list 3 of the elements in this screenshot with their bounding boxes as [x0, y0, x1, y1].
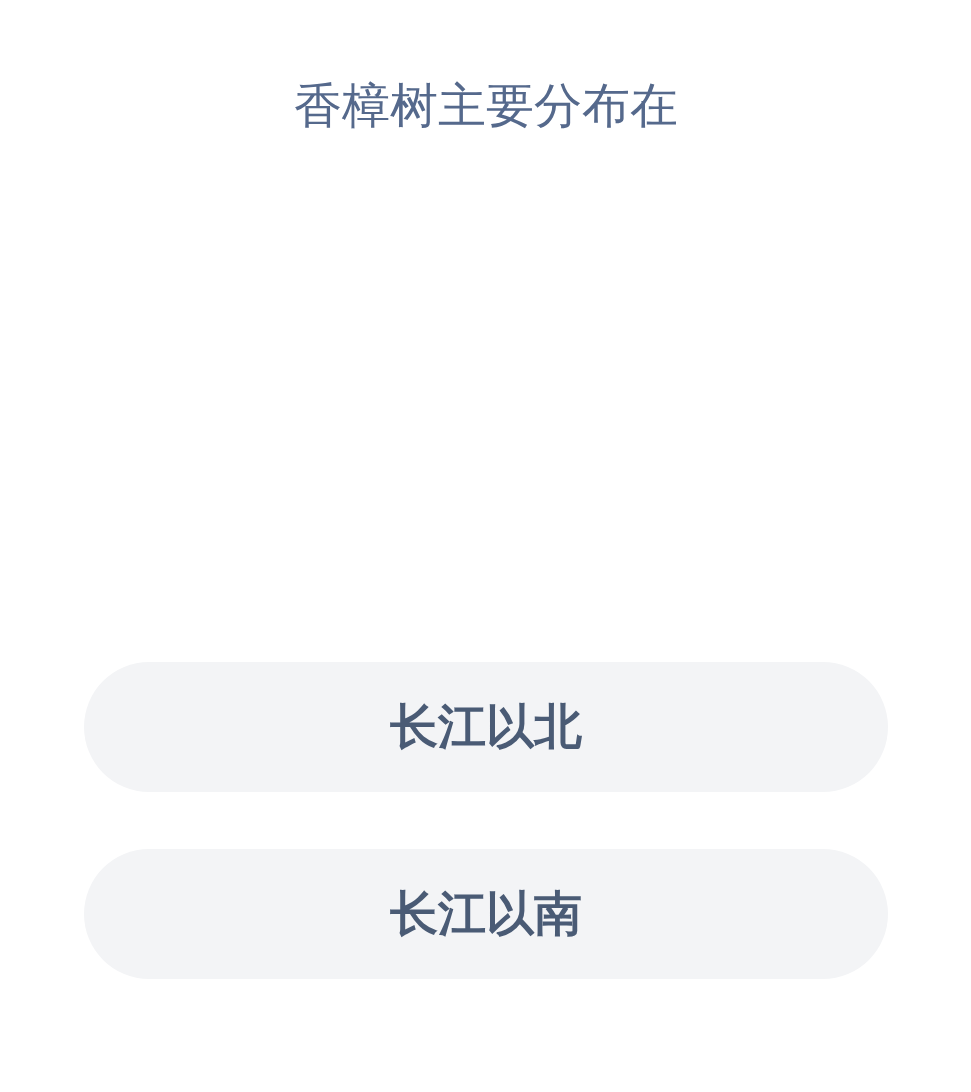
answer-option-button[interactable]: 长江以北	[83, 662, 888, 792]
answer-option-button[interactable]: 长江以南	[83, 849, 888, 979]
question-text: 香樟树主要分布在	[293, 76, 678, 135]
